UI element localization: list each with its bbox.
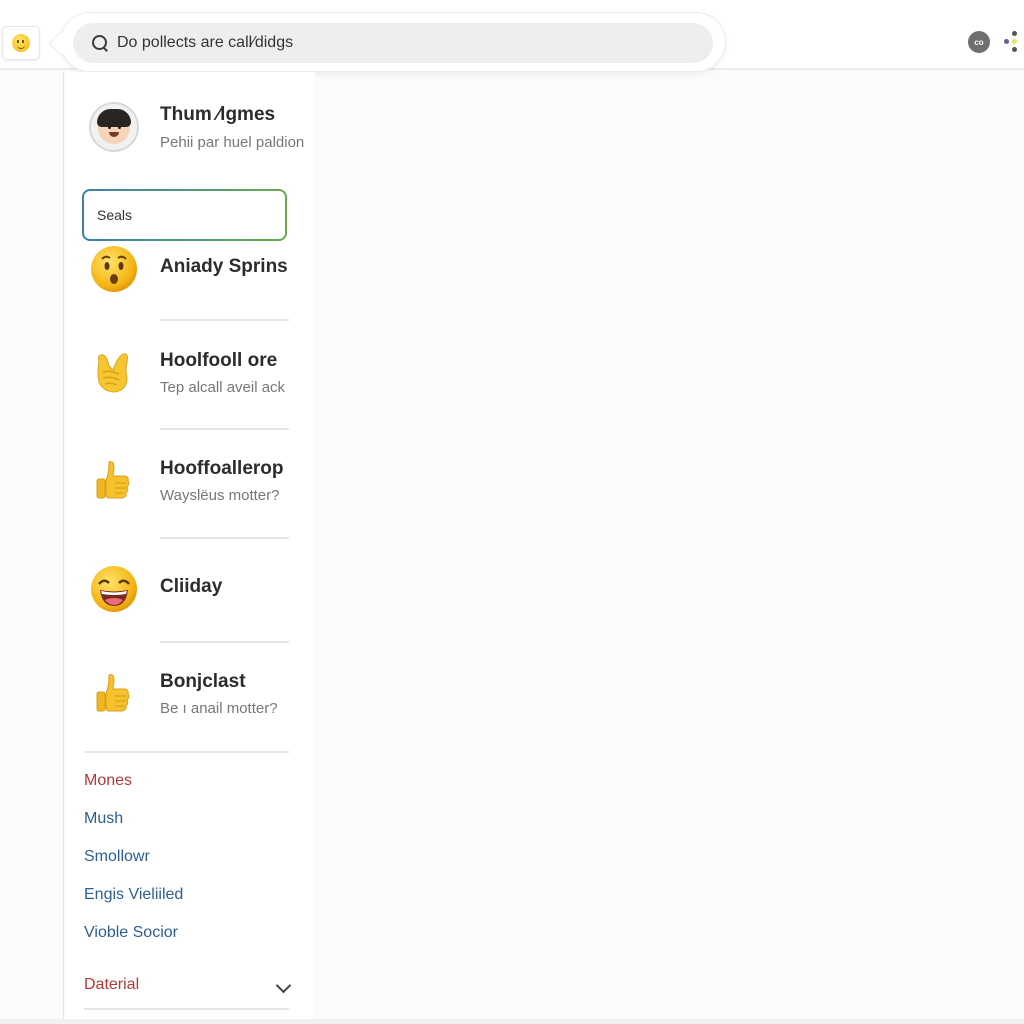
more-dot bbox=[1012, 31, 1017, 36]
contact-name: Hoolfooll ore bbox=[160, 350, 278, 371]
link-mush[interactable]: Mush bbox=[84, 810, 123, 828]
search-bubble: Do pollects are call⁄didgs bbox=[60, 12, 726, 72]
divider bbox=[160, 319, 289, 321]
profile-subtitle: Pehii par huel paldion bbox=[160, 134, 305, 151]
more-dots-icon[interactable] bbox=[1004, 30, 1024, 54]
profile-name: Thum ⁄lgmes bbox=[160, 104, 276, 125]
smiley-face-icon bbox=[12, 34, 30, 52]
app-window: Do pollects are call⁄didgs co Thum ⁄lgme… bbox=[0, 0, 1024, 1024]
divider bbox=[84, 751, 289, 753]
more-dot bbox=[1012, 39, 1017, 44]
surprised-face-emoji bbox=[89, 244, 139, 294]
thumbs-up-emoji bbox=[89, 669, 139, 719]
contact-item[interactable]: Hooffoallerop Wayslëus motter? bbox=[89, 456, 299, 516]
divider bbox=[160, 641, 289, 643]
filter-input[interactable]: Seals bbox=[82, 189, 287, 241]
sidebar-panel: Thum ⁄lgmes Pehii par huel paldion Seals… bbox=[65, 72, 315, 1024]
contact-name: Hooffoallerop bbox=[160, 458, 284, 479]
search-icon bbox=[91, 34, 109, 52]
account-badge[interactable]: co bbox=[968, 31, 990, 53]
divider bbox=[160, 537, 289, 539]
top-bar: Do pollects are call⁄didgs co bbox=[0, 0, 1024, 72]
link-smollowr[interactable]: Smollowr bbox=[84, 848, 150, 866]
link-engis-vieliiled[interactable]: Engis Vieliiled bbox=[84, 886, 183, 904]
contact-subtitle: Be ı anail motter? bbox=[160, 700, 278, 717]
left-gutter bbox=[0, 72, 64, 1024]
contact-item[interactable]: Bonjclast Be ı anail motter? bbox=[89, 669, 299, 729]
contact-item[interactable]: Aniady Sprins bbox=[89, 244, 299, 304]
thumbs-up-emoji bbox=[89, 456, 139, 506]
filter-input-value: Seals bbox=[84, 191, 285, 239]
bottom-border bbox=[0, 1019, 1024, 1024]
contact-item[interactable]: Hoolfooll ore Tep alcall aveil ack bbox=[89, 348, 299, 408]
avatar-face-icon bbox=[89, 102, 139, 152]
search-input-value: Do pollects are call⁄didgs bbox=[117, 34, 294, 51]
divider bbox=[84, 1008, 289, 1010]
search-input[interactable]: Do pollects are call⁄didgs bbox=[73, 23, 713, 63]
chevron-down-icon[interactable] bbox=[275, 980, 291, 996]
contact-name: Bonjclast bbox=[160, 671, 246, 692]
crossed-fingers-emoji bbox=[89, 348, 139, 398]
laughing-face-emoji bbox=[89, 564, 139, 614]
link-vioble-socior[interactable]: Vioble Socior bbox=[84, 924, 178, 942]
profile-card[interactable]: Thum ⁄lgmes Pehii par huel paldion bbox=[89, 102, 319, 158]
section-dropdown-label[interactable]: Daterial bbox=[84, 976, 139, 994]
contact-name: Aniady Sprins bbox=[160, 256, 288, 277]
contact-item[interactable]: Cliiday bbox=[89, 564, 299, 624]
emoji-button[interactable] bbox=[2, 26, 40, 60]
contact-subtitle: Wayslëus motter? bbox=[160, 487, 280, 504]
contact-subtitle: Tep alcall aveil ack bbox=[160, 379, 286, 396]
link-mones[interactable]: Mones bbox=[84, 772, 132, 790]
more-dot bbox=[1004, 39, 1009, 44]
more-dot bbox=[1012, 47, 1017, 52]
divider bbox=[160, 428, 289, 430]
contact-name: Cliiday bbox=[160, 576, 223, 597]
